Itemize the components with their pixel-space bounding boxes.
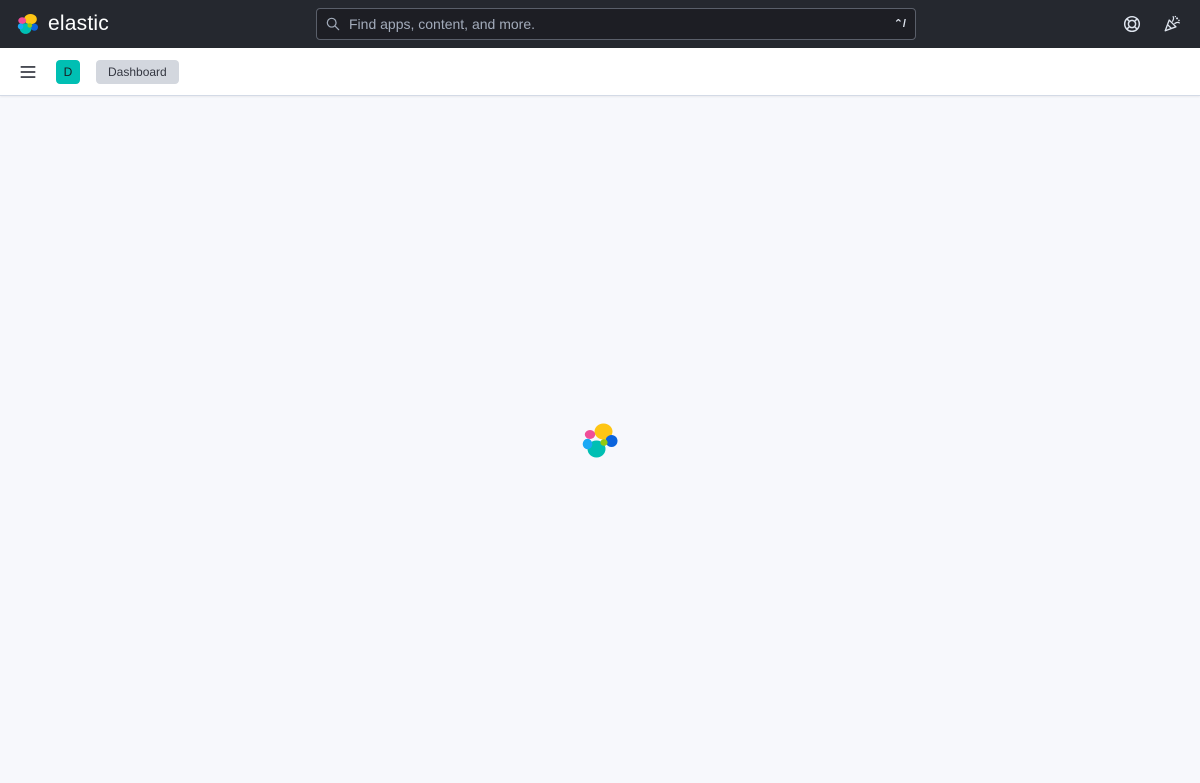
help-menu-button[interactable] (1120, 12, 1144, 36)
breadcrumb-item-dashboard: Dashboard (96, 60, 179, 84)
secondary-header: D Dashboard (0, 48, 1200, 96)
space-selector-avatar[interactable]: D (56, 60, 80, 84)
brand-name: elastic (48, 12, 109, 35)
search-icon (326, 17, 340, 31)
hamburger-menu-icon (20, 66, 36, 78)
elastic-home-link[interactable]: elastic (16, 12, 109, 36)
search-shortcut-hint: ⌃/ (893, 18, 906, 30)
toggle-navigation-button[interactable] (16, 60, 40, 84)
elastic-logo-loading-icon (582, 423, 618, 458)
global-search[interactable]: ⌃/ (316, 8, 916, 40)
top-header: elastic ⌃/ (0, 0, 1200, 48)
newsfeed-button[interactable] (1160, 12, 1184, 36)
breadcrumb: Dashboard (96, 60, 179, 84)
newsfeed-icon (1164, 15, 1180, 32)
help-icon (1123, 15, 1141, 33)
search-input[interactable] (349, 9, 889, 39)
elastic-logo-icon (17, 14, 38, 34)
